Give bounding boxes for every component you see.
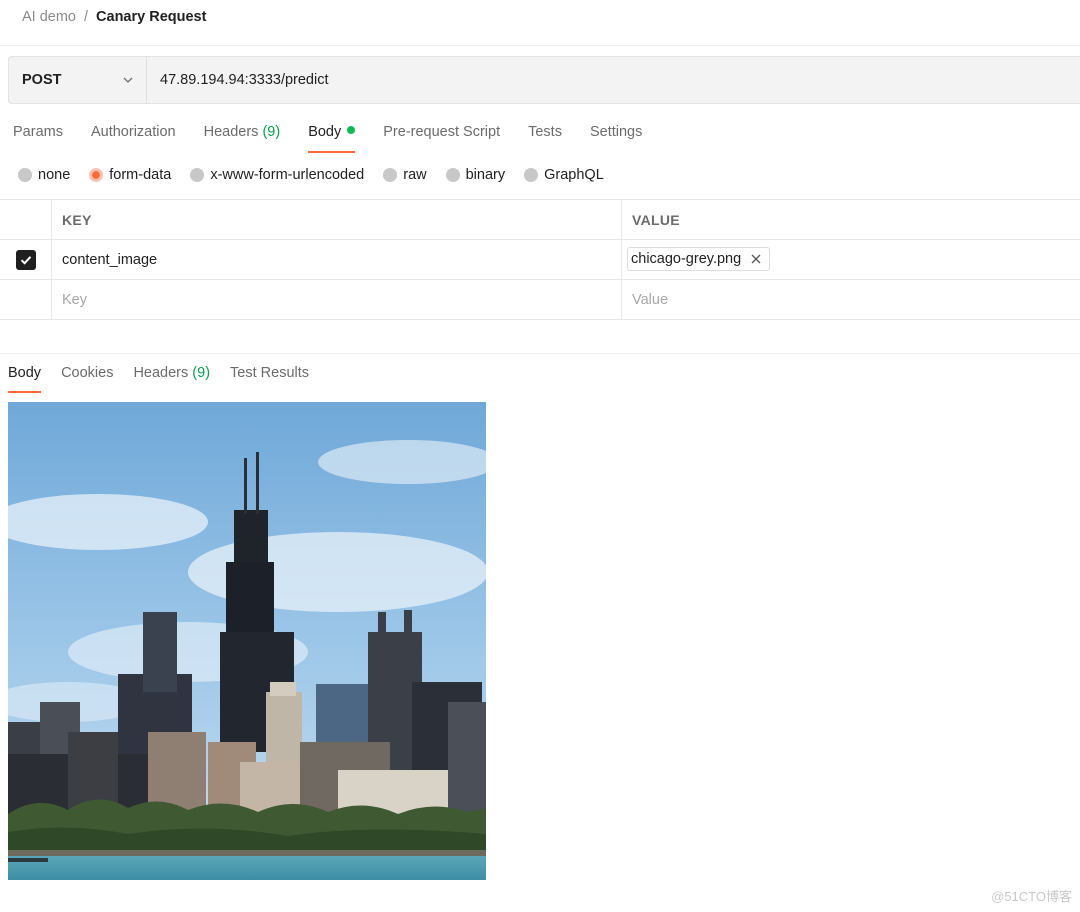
request-tabs: Params Authorization Headers (9) Body Pr… (13, 123, 670, 153)
tab-pre-request-script[interactable]: Pre-request Script (383, 123, 500, 153)
table-header-row: KEY VALUE (0, 200, 1080, 240)
city-skyline-image (8, 402, 486, 880)
table-row-empty: Key Value (0, 280, 1080, 320)
request-title[interactable]: Canary Request (96, 9, 206, 25)
row-check-cell (0, 240, 52, 279)
response-headers-count: (9) (192, 365, 211, 381)
new-key-input[interactable]: Key (52, 280, 622, 319)
watermark: @51CTO博客 (991, 889, 1072, 904)
radio-button (190, 168, 205, 182)
tab-headers[interactable]: Headers (9) (204, 123, 281, 153)
radio-button (445, 168, 460, 182)
body-modified-dot (347, 126, 356, 134)
request-bar: POST 47.89.194.94:3333/predict (8, 56, 1080, 104)
radio-binary[interactable]: binary (445, 167, 505, 183)
close-icon[interactable] (751, 254, 761, 264)
response-tabs: Body Cookies Headers (9) Test Results (8, 364, 329, 393)
param-value-field[interactable]: chicago-grey.png (622, 240, 1080, 279)
tab-response-headers[interactable]: Headers (9) (133, 364, 210, 393)
table-row: content_image chicago-grey.png (0, 240, 1080, 280)
radio-button (18, 168, 32, 182)
tab-authorization[interactable]: Authorization (91, 123, 176, 153)
header-divider (0, 45, 1080, 46)
url-text: 47.89.194.94:3333/predict (160, 72, 329, 88)
tab-params[interactable]: Params (13, 123, 63, 153)
file-chip: chicago-grey.png (627, 246, 771, 271)
tab-body[interactable]: Body (308, 123, 356, 153)
radio-button (383, 168, 398, 182)
param-key-field[interactable]: content_image (52, 240, 622, 279)
radio-none[interactable]: none (18, 167, 70, 183)
new-value-input[interactable]: Value (622, 280, 1080, 319)
chevron-down-icon (123, 77, 133, 83)
radio-raw[interactable]: raw (383, 167, 427, 183)
headers-count: (9) (262, 124, 281, 140)
breadcrumb: AI demo / Canary Request (22, 8, 206, 26)
tab-test-results[interactable]: Test Results (230, 364, 309, 393)
radio-form-data[interactable]: form-data (89, 167, 171, 183)
response-divider (0, 353, 1080, 354)
tab-tests[interactable]: Tests (528, 123, 562, 153)
column-header-key: KEY (52, 200, 622, 239)
tab-settings[interactable]: Settings (590, 123, 642, 153)
method-select[interactable]: POST (9, 57, 147, 103)
row-enabled-checkbox[interactable] (15, 249, 36, 270)
form-data-table: KEY VALUE content_image chicago-grey.png… (0, 199, 1080, 320)
header-check-cell (0, 200, 52, 239)
response-image (8, 402, 486, 880)
url-input[interactable]: 47.89.194.94:3333/predict (147, 57, 1080, 103)
body-type-options: none form-data x-www-form-urlencoded raw… (18, 166, 623, 184)
tab-response-cookies[interactable]: Cookies (61, 364, 113, 393)
column-header-value: VALUE (632, 211, 680, 228)
radio-x-www-form-urlencoded[interactable]: x-www-form-urlencoded (190, 167, 364, 183)
method-label: POST (22, 72, 62, 88)
breadcrumb-parent[interactable]: AI demo (22, 9, 76, 25)
check-icon (20, 255, 31, 265)
radio-graphql[interactable]: GraphQL (524, 167, 604, 183)
breadcrumb-separator: / (84, 9, 89, 25)
tab-response-body[interactable]: Body (8, 364, 42, 393)
file-name: chicago-grey.png (631, 250, 742, 267)
radio-button-selected (89, 168, 104, 182)
radio-button (524, 168, 539, 182)
row-check-cell (0, 280, 52, 319)
